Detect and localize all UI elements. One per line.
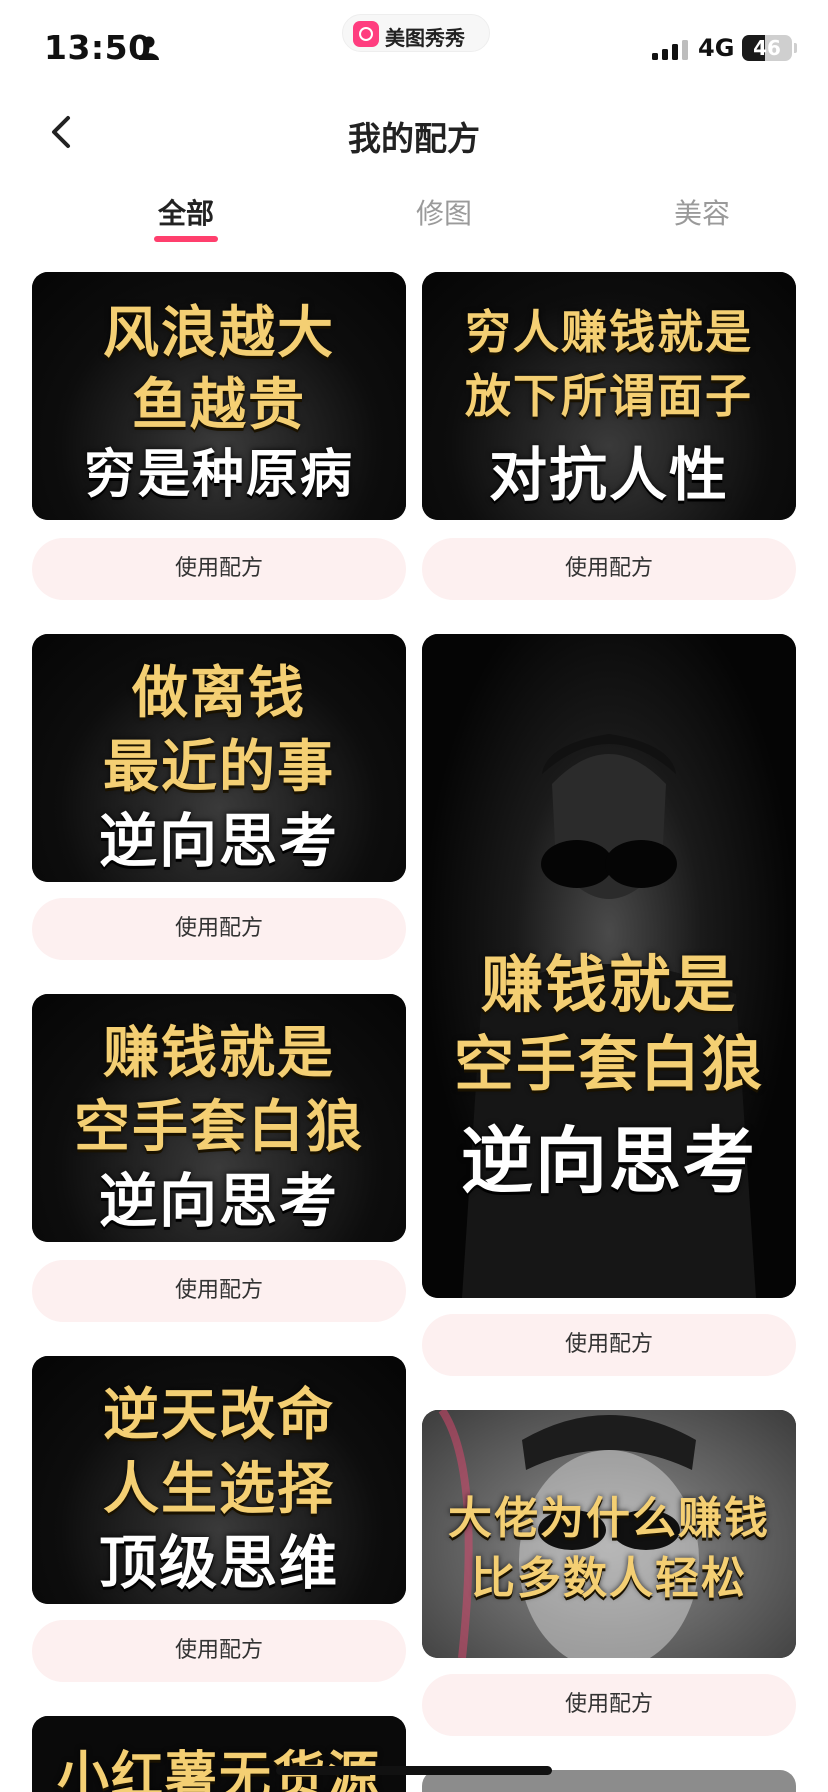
home-indicator[interactable] (276, 1766, 552, 1775)
recipe-thumbnail[interactable]: 赚钱就是 空手套白狼 逆向思考 (32, 994, 406, 1242)
signal-icon (652, 40, 688, 60)
use-recipe-button[interactable]: 使用配方 (32, 538, 406, 600)
battery-level: 46 (753, 36, 781, 60)
thumbnail-text-line: 逆向思考 (98, 807, 339, 875)
thumbnail-text-line: 风浪越大 (103, 300, 335, 366)
meitu-logo-icon (353, 21, 379, 47)
thumbnail-text-line: 对抗人性 (488, 441, 729, 509)
battery-icon: 46 (742, 35, 792, 61)
page-title: 我的配方 (348, 119, 480, 158)
tab-photo-edit[interactable]: 修图 (374, 192, 514, 232)
recipe-thumbnail[interactable]: 逆天改命 人生选择 顶级思维 (32, 1356, 406, 1604)
thumbnail-text-line: 比多数人轻松 (471, 1553, 747, 1604)
thumbnail-text-line: 赚钱就是 (480, 948, 737, 1021)
app-pill-label: 美图秀秀 (385, 26, 465, 50)
status-bar: 13:50 美图秀秀 4G 46 (0, 0, 828, 100)
use-recipe-button[interactable]: 使用配方 (32, 1620, 406, 1682)
thumbnail-text-line: 放下所谓面子 (465, 369, 753, 423)
thumbnail-text-line: 顶级思维 (98, 1529, 339, 1597)
network-type: 4G (698, 34, 735, 62)
thumbnail-text-line: 逆向思考 (460, 1118, 757, 1203)
use-recipe-button[interactable]: 使用配方 (422, 538, 796, 600)
thumbnail-text-line: 空手套白狼 (74, 1094, 364, 1160)
thumbnail-text-line: 赚钱就是 (103, 1020, 335, 1086)
thumbnail-text-line: 穷是种原病 (83, 444, 354, 505)
tab-all[interactable]: 全部 (116, 192, 256, 232)
recipe-thumbnail[interactable]: 风浪越大 鱼越贵 穷是种原病 (32, 272, 406, 520)
recipe-thumbnail[interactable]: 赚钱就是 空手套白狼 逆向思考 (422, 634, 796, 1298)
tab-active-indicator (154, 236, 218, 242)
status-time: 13:50 (44, 28, 152, 67)
app-return-pill[interactable]: 美图秀秀 (342, 14, 490, 52)
person-icon (139, 36, 159, 60)
thumbnail-text-line: 做离钱 (132, 660, 306, 726)
use-recipe-button[interactable]: 使用配方 (422, 1674, 796, 1736)
thumbnail-text-line: 大佬为什么赚钱 (448, 1493, 770, 1544)
thumbnail-text-line: 小红薯无货源 (56, 1746, 381, 1792)
thumbnail-text-line: 鱼越贵 (132, 372, 306, 438)
thumbnail-text-line: 最近的事 (103, 734, 335, 800)
thumbnail-text-line: 人生选择 (103, 1456, 335, 1522)
thumbnail-text-line: 空手套白狼 (454, 1030, 764, 1100)
battery-tip (794, 43, 797, 53)
thumbnail-text-line: 逆天改命 (103, 1382, 335, 1448)
recipe-thumbnail[interactable]: 大佬为什么赚钱 比多数人轻松 (422, 1410, 796, 1658)
use-recipe-button[interactable]: 使用配方 (32, 898, 406, 960)
thumbnail-text-line: 逆向思考 (98, 1167, 339, 1235)
recipe-thumbnail[interactable]: 小红薯无货源 (32, 1716, 406, 1792)
thumbnail-text-line: 穷人赚钱就是 (465, 305, 753, 359)
recipe-thumbnail[interactable]: 穷人赚钱就是 放下所谓面子 对抗人性 (422, 272, 796, 520)
use-recipe-button[interactable]: 使用配方 (422, 1314, 796, 1376)
tab-beauty[interactable]: 美容 (632, 192, 772, 232)
use-recipe-button[interactable]: 使用配方 (32, 1260, 406, 1322)
recipe-thumbnail[interactable]: 做离钱 最近的事 逆向思考 (32, 634, 406, 882)
